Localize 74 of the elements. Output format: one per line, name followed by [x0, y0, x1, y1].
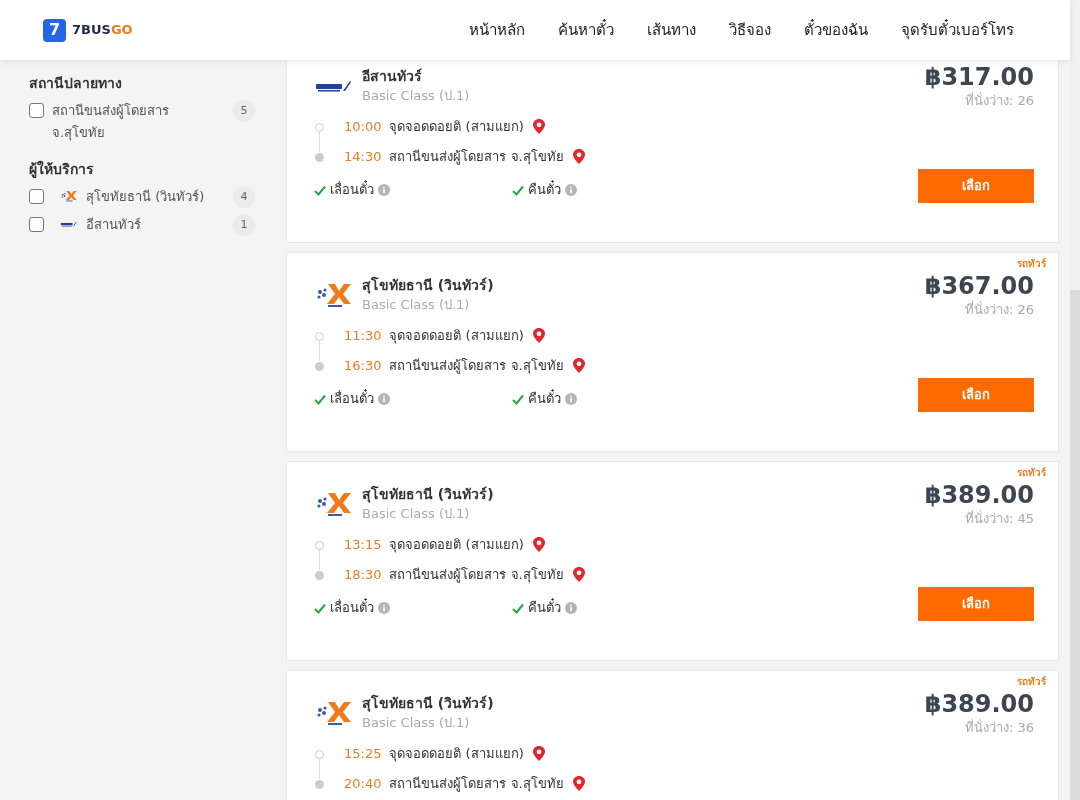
scrollbar-thumb[interactable] — [1070, 290, 1080, 800]
location-pin-icon — [571, 357, 586, 375]
filter-count: 5 — [233, 100, 255, 122]
seats-available: ที่นั่งว่าง: 45 — [964, 510, 1034, 528]
info-icon[interactable] — [378, 602, 390, 614]
location-pin-icon — [531, 745, 546, 763]
stop-name: สถานีขนส่งผู้โดยสาร จ.สุโขทัย — [389, 566, 564, 585]
feature-label: เลื่อนตั๋ว — [330, 598, 374, 618]
info-icon[interactable] — [565, 602, 577, 614]
ticket-price: ฿367.00 — [924, 271, 1034, 301]
filter-heading: สถานีปลายทาง — [29, 74, 123, 93]
stop-time: 15:25 — [344, 745, 382, 764]
filter-count: 1 — [233, 214, 255, 236]
feature-label: คืนตั๋ว — [528, 389, 561, 409]
bus-type-label: รถทัวร์ — [1017, 466, 1046, 480]
nav-link[interactable]: วิธีจอง — [729, 18, 771, 42]
info-icon[interactable] — [565, 393, 577, 405]
nav-link[interactable]: หน้าหลัก — [469, 18, 525, 42]
location-pin-icon — [571, 775, 586, 793]
stop-name: จุดจอดดอยติ (สามแยก) — [389, 118, 524, 137]
stop-name: สถานีขนส่งผู้โดยสาร จ.สุโขทัย — [389, 775, 564, 794]
ticket-price: ฿317.00 — [924, 62, 1034, 92]
info-icon[interactable] — [378, 393, 390, 405]
filter-checkbox[interactable] — [29, 189, 44, 204]
stop-time: 16:30 — [344, 357, 382, 376]
filter-count: 4 — [233, 186, 255, 208]
filter-label: อีสานทัวร์ — [86, 216, 142, 234]
seats-available: ที่นั่งว่าง: 36 — [964, 719, 1034, 737]
operator-name: สุโขทัยธานี (วินทัวร์) — [362, 275, 494, 295]
seats-available: ที่นั่งว่าง: 26 — [964, 301, 1034, 319]
location-pin-icon — [571, 148, 586, 166]
stop-name: จุดจอดดอยติ (สามแยก) — [389, 327, 524, 346]
stop-name: จุดจอดดอยติ (สามแยก) — [389, 745, 524, 764]
filter-checkbox[interactable] — [29, 217, 44, 232]
stop-time: 11:30 — [344, 327, 382, 346]
operator-name: อีสานทัวร์ — [362, 67, 423, 86]
stop-time: 20:40 — [344, 775, 382, 794]
seats-available: ที่นั่งว่าง: 26 — [964, 92, 1034, 110]
operator-name: สุโขทัยธานี (วินทัวร์) — [362, 484, 494, 504]
site-logo[interactable]: 7 7BUSGO — [43, 18, 133, 42]
location-pin-icon — [531, 536, 546, 554]
operator-name: สุโขทัยธานี (วินทัวร์) — [362, 693, 494, 713]
info-icon[interactable] — [565, 184, 577, 196]
bus-type-label: รถทัวร์ — [1017, 257, 1046, 271]
bus-class: Basic Class (ป.1) — [362, 505, 471, 523]
bus-class: Basic Class (ป.1) — [362, 87, 470, 105]
bus-class: Basic Class (ป.1) — [362, 714, 471, 732]
filter-label: สถานีขนส่งผู้โดยสาร จ.สุโขทัย — [52, 102, 170, 143]
info-icon[interactable] — [378, 184, 390, 196]
stop-name: สถานีขนส่งผู้โดยสาร จ.สุโขทัย — [389, 148, 564, 167]
filter-checkbox[interactable] — [29, 103, 44, 118]
location-pin-icon — [571, 566, 586, 584]
feature-label: เลื่อนตั๋ว — [330, 180, 374, 200]
stop-name: สถานีขนส่งผู้โดยสาร จ.สุโขทัย — [389, 357, 564, 376]
nav-link[interactable]: เส้นทาง — [647, 18, 696, 42]
nav-link[interactable]: จุดรับตั๋วเบอร์โทร — [901, 18, 1014, 42]
stop-time: 10:00 — [344, 118, 382, 137]
location-pin-icon — [531, 327, 546, 345]
nav-link[interactable]: ค้นหาตั๋ว — [558, 18, 614, 42]
location-pin-icon — [531, 118, 546, 136]
nav-link[interactable]: ตั๋วของฉัน — [804, 18, 868, 42]
bus-class: Basic Class (ป.1) — [362, 296, 471, 314]
bus-type-label: รถทัวร์ — [1017, 675, 1046, 689]
stop-name: จุดจอดดอยติ (สามแยก) — [389, 536, 524, 555]
feature-label: เลื่อนตั๋ว — [330, 389, 374, 409]
feature-label: คืนตั๋ว — [528, 180, 561, 200]
stop-time: 18:30 — [344, 566, 382, 585]
filter-heading: ผู้ให้บริการ — [29, 159, 95, 180]
ticket-price: ฿389.00 — [924, 689, 1034, 719]
feature-label: คืนตั๋ว — [528, 598, 561, 618]
stop-time: 13:15 — [344, 536, 382, 555]
filter-label: สุโขทัยธานี (วินทัวร์) — [86, 188, 206, 207]
stop-time: 14:30 — [344, 148, 382, 167]
ticket-price: ฿389.00 — [924, 480, 1034, 510]
